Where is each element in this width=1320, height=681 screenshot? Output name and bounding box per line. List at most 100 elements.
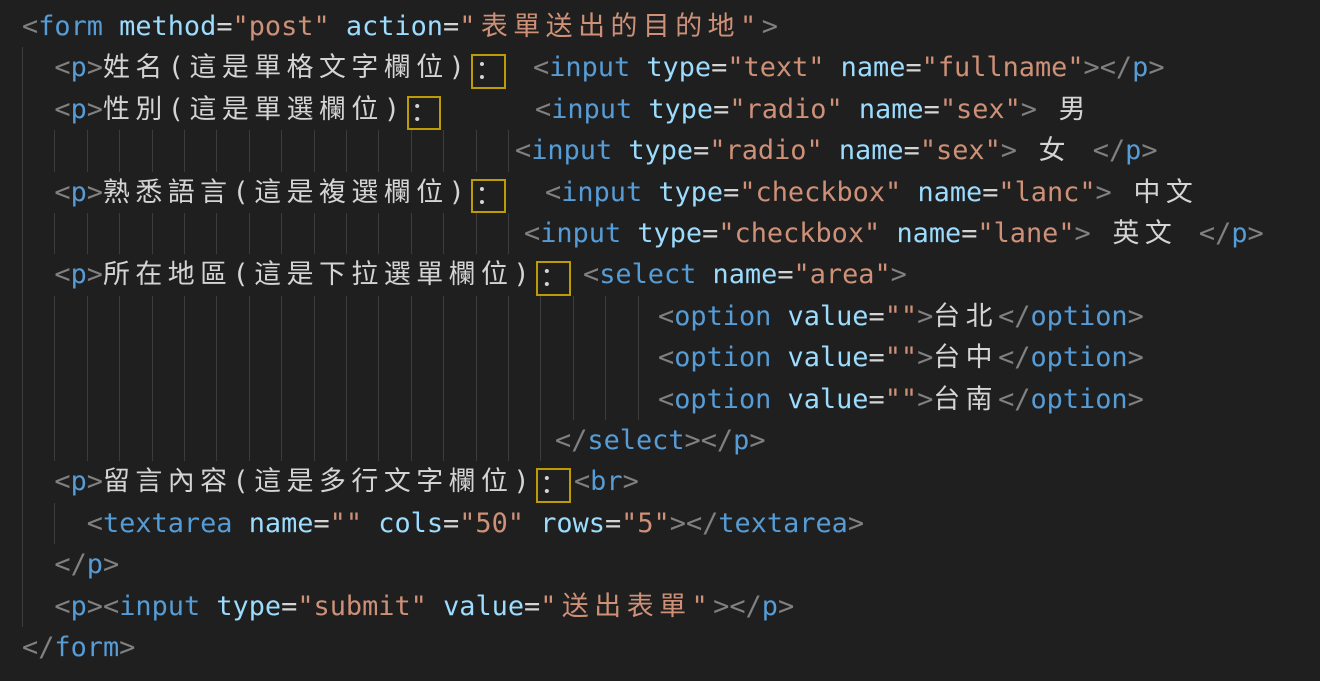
code-line[interactable]: <textarea name="" cols="50" rows="5"></t… <box>0 503 1320 544</box>
code-token: </ <box>22 632 54 663</box>
indent-guide-line <box>314 420 315 461</box>
code-token: < <box>524 218 540 249</box>
code-token: > <box>1075 218 1091 249</box>
code-token: < <box>545 177 561 208</box>
code-token: type <box>648 94 713 125</box>
code-line[interactable]: <option value="">台南</option> <box>0 379 1320 420</box>
code-token: p <box>71 94 87 125</box>
code-token: </ <box>555 425 587 456</box>
code-line[interactable]: <p>所在地區(這是下拉選單欄位)：<select name="area"> <box>0 254 1320 295</box>
indent-guide-line <box>22 130 23 171</box>
code-token: p <box>71 52 87 83</box>
indent-guide-line <box>508 130 509 171</box>
indent-guide-line <box>443 130 444 171</box>
code-token: 男 <box>1037 94 1091 125</box>
code-line[interactable]: </select></p> <box>0 420 1320 461</box>
indent-guide-line <box>638 379 639 420</box>
code-token: p <box>71 177 87 208</box>
code-token: = <box>777 259 793 290</box>
code-token: = <box>313 508 329 539</box>
code-token <box>362 508 378 539</box>
code-line[interactable]: <form method="post" action="表單送出的目的地"> <box>0 6 1320 47</box>
code-token: < <box>22 11 38 42</box>
code-line[interactable]: <p><input type="submit" value="送出表單"></p… <box>0 586 1320 627</box>
indent-guide-line <box>184 296 185 337</box>
indent-guide-line <box>184 379 185 420</box>
indent-guide-line <box>281 213 282 254</box>
code-token: "radio" <box>709 135 822 166</box>
code-token: input <box>119 591 200 622</box>
code-token <box>880 218 896 249</box>
code-token: textarea <box>103 508 233 539</box>
code-token <box>103 11 119 42</box>
code-token: = <box>216 11 232 42</box>
code-token: = <box>524 591 540 622</box>
indent-guide-line <box>540 420 541 461</box>
code-line[interactable]: <p>姓名(這是單格文字欄位)：<input type="text" name=… <box>0 47 1320 88</box>
code-line[interactable]: </form> <box>0 627 1320 668</box>
indent-guide-line <box>443 337 444 378</box>
code-token: > <box>762 11 778 42</box>
code-token: < <box>583 259 599 290</box>
indent-guide-line <box>314 130 315 171</box>
indent-guide-line <box>540 337 541 378</box>
code-token <box>642 177 658 208</box>
code-token: 英文 <box>1091 218 1199 249</box>
code-token: "sex" <box>940 94 1021 125</box>
code-editor[interactable]: <form method="post" action="表單送出的目的地"> <… <box>0 0 1320 681</box>
code-line[interactable]: <p>留言內容(這是多行文字欄位)：<br> <box>0 461 1320 502</box>
code-line[interactable]: <p>性別(這是單選欄位)：<input type="radio" name="… <box>0 89 1320 130</box>
indent-guide-line <box>54 379 55 420</box>
indent-guide-line <box>508 420 509 461</box>
code-token <box>621 218 637 249</box>
code-line[interactable]: </p> <box>0 544 1320 585</box>
code-token: "sex" <box>920 135 1001 166</box>
code-token: method <box>119 11 216 42</box>
code-token: 台中 <box>933 342 998 373</box>
code-token: "" <box>885 301 917 332</box>
indent-guide-line <box>22 89 23 130</box>
code-line-right-run: <input type="radio" name="sex"> 男 <box>535 89 1091 130</box>
code-token: option <box>674 301 771 332</box>
indent-guide-line <box>152 420 153 461</box>
code-token: > <box>87 259 103 290</box>
code-line[interactable]: <p>熟悉語言(這是複選欄位)：<input type="checkbox" n… <box>0 172 1320 213</box>
code-line[interactable]: <input type="radio" name="sex"> 女 </p> <box>0 130 1320 171</box>
code-token: < <box>533 52 549 83</box>
indent-guide-line <box>216 420 217 461</box>
code-token: > <box>103 549 119 580</box>
code-token: name <box>917 177 982 208</box>
indent-guide-line <box>411 213 412 254</box>
indent-guide-line <box>346 337 347 378</box>
code-token: > <box>623 466 639 497</box>
code-token <box>771 301 787 332</box>
code-token: < <box>54 177 70 208</box>
code-token: ></ <box>685 425 734 456</box>
code-token <box>330 11 346 42</box>
indent-guide-line <box>378 337 379 378</box>
indent-guide-line <box>540 379 541 420</box>
code-token: </ <box>1199 218 1231 249</box>
indent-guide-line <box>184 130 185 171</box>
code-token <box>22 177 54 208</box>
indent-guide-line <box>346 130 347 171</box>
indent-guide-line <box>443 379 444 420</box>
code-token: > <box>119 632 135 663</box>
code-token: rows <box>540 508 605 539</box>
code-token: = <box>605 508 621 539</box>
code-token: < <box>54 591 70 622</box>
code-token: = <box>443 11 459 42</box>
code-line[interactable]: <input type="checkbox" name="lane"> 英文 <… <box>0 213 1320 254</box>
code-token: p <box>87 549 103 580</box>
code-token: p <box>71 259 87 290</box>
code-token <box>22 259 54 290</box>
code-token <box>22 52 54 83</box>
code-line[interactable]: <option value="">台中</option> <box>0 337 1320 378</box>
indent-guide-line <box>119 296 120 337</box>
code-line-left-run: <p>姓名(這是單格文字欄位)： <box>22 47 509 88</box>
indent-guide-line <box>314 213 315 254</box>
indent-guide-line <box>476 296 477 337</box>
code-line[interactable]: <option value="">台北</option> <box>0 296 1320 337</box>
code-token: action <box>346 11 443 42</box>
indent-guide-line <box>184 337 185 378</box>
